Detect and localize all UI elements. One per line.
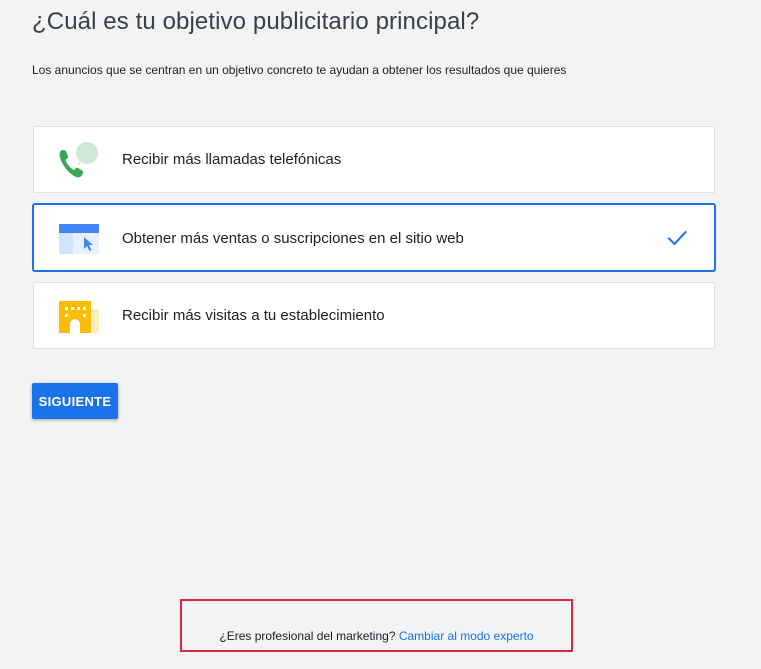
phone-call-icon	[56, 141, 100, 179]
option-label: Recibir más visitas a tu establecimiento	[122, 307, 385, 324]
page-title: ¿Cuál es tu objetivo publicitario princi…	[32, 8, 480, 35]
storefront-icon	[56, 297, 100, 335]
option-website-sales[interactable]: Obtener más ventas o suscripciones en el…	[32, 203, 716, 272]
next-button[interactable]: SIGUIENTE	[32, 383, 118, 419]
option-store-visits[interactable]: Recibir más visitas a tu establecimiento	[33, 282, 715, 349]
option-label: Obtener más ventas o suscripciones en el…	[122, 230, 464, 247]
website-cursor-icon	[56, 220, 100, 258]
expert-mode-prompt: ¿Eres profesional del marketing? Cambiar…	[182, 629, 571, 643]
option-phone-calls[interactable]: Recibir más llamadas telefónicas	[33, 126, 715, 193]
switch-expert-mode-link[interactable]: Cambiar al modo experto	[399, 629, 534, 643]
option-label: Recibir más llamadas telefónicas	[122, 151, 342, 168]
expert-mode-highlight: ¿Eres profesional del marketing? Cambiar…	[180, 599, 573, 652]
checkmark-icon	[666, 228, 688, 248]
expert-mode-question: ¿Eres profesional del marketing?	[219, 629, 396, 643]
page-subtitle: Los anuncios que se centran en un objeti…	[32, 63, 567, 77]
